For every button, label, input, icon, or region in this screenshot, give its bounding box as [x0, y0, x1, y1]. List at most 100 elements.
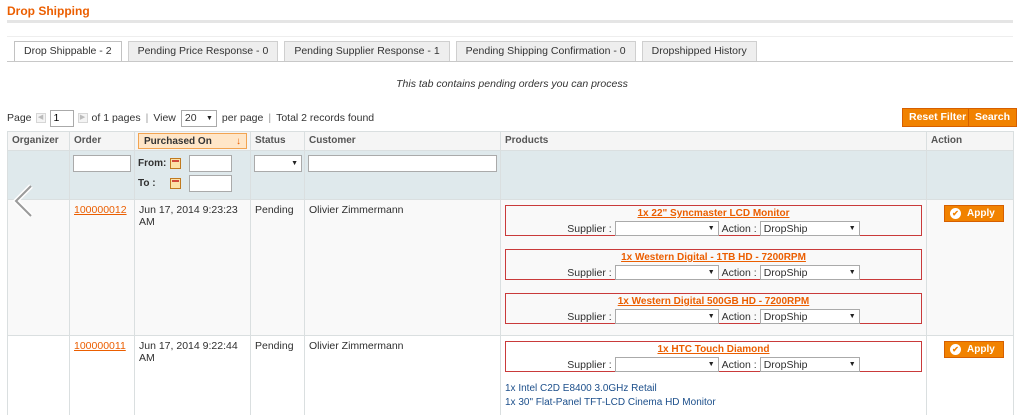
grid-header: Organizer Order Purchased On ↓ Status Cu…	[7, 131, 1014, 151]
action-label: Action :	[721, 358, 757, 371]
column-order[interactable]: Order	[69, 131, 135, 151]
per-page-label: per page	[221, 112, 264, 124]
supplier-select[interactable]: ▼	[614, 309, 719, 324]
column-organizer: Organizer	[7, 131, 70, 151]
chevron-down-icon: ▼	[205, 114, 213, 122]
filter-order-cell	[69, 150, 135, 200]
customer-filter-input[interactable]	[308, 155, 497, 172]
action-select[interactable]: DropShip ▼	[759, 221, 860, 236]
chevron-down-icon: ▼	[848, 269, 856, 276]
total-records: Total 2 records found	[276, 112, 375, 124]
apply-label: Apply	[967, 344, 995, 355]
column-customer[interactable]: Customer	[304, 131, 501, 151]
order-cell: 100000012	[69, 199, 135, 336]
date-cell: Jun 17, 2014 9:22:44 AM	[134, 335, 251, 415]
chevron-down-icon: ▼	[707, 225, 715, 232]
check-circle-icon: ✔	[950, 208, 961, 219]
status-filter-select[interactable]: ▼	[254, 155, 302, 172]
product-link[interactable]: 1x HTC Touch Diamond	[506, 344, 921, 356]
order-cell: 100000011	[69, 335, 135, 415]
reset-filter-button[interactable]: Reset Filter	[902, 108, 974, 127]
chevron-down-icon: ▼	[848, 225, 856, 232]
product-link[interactable]: 1x 22" Syncmaster LCD Monitor	[506, 208, 921, 220]
column-purchased-on[interactable]: Purchased On ↓	[134, 131, 251, 151]
column-action: Action	[926, 131, 1014, 151]
chevron-down-icon: ▼	[848, 313, 856, 320]
check-circle-icon: ✔	[950, 344, 961, 355]
product-link[interactable]: 1x Western Digital - 1TB HD - 7200RPM	[506, 252, 921, 264]
supplier-label: Supplier :	[567, 266, 612, 279]
customer-cell: Olivier Zimmermann	[304, 335, 501, 415]
filter-row: From: To : ▼	[7, 150, 1014, 200]
date-to-input[interactable]	[189, 175, 232, 192]
status-cell: Pending	[250, 199, 305, 336]
tab-dropshipped-history[interactable]: Dropshipped History	[641, 41, 757, 61]
pager-separator: |	[268, 112, 272, 124]
apply-button[interactable]: ✔ Apply	[944, 205, 1004, 222]
apply-button[interactable]: ✔ Apply	[944, 341, 1004, 358]
supplier-select[interactable]: ▼	[614, 221, 719, 236]
tab-pending-shipping-confirmation[interactable]: Pending Shipping Confirmation - 0	[455, 41, 636, 61]
orders-grid: Organizer Order Purchased On ↓ Status Cu…	[7, 131, 1014, 415]
chevron-down-icon: ▼	[707, 313, 715, 320]
order-link[interactable]: 100000011	[74, 340, 126, 352]
calendar-icon[interactable]	[170, 158, 181, 169]
order-filter-input[interactable]	[73, 155, 131, 172]
column-status[interactable]: Status	[250, 131, 305, 151]
order-link[interactable]: 100000012	[74, 204, 127, 216]
date-from-input[interactable]	[189, 155, 232, 172]
action-value: DropShip	[763, 222, 808, 235]
tabs-divider	[7, 61, 1013, 62]
search-button[interactable]: Search	[968, 108, 1018, 127]
calendar-icon[interactable]	[170, 178, 181, 189]
filter-products-cell	[500, 150, 927, 200]
chevron-left-icon[interactable]	[11, 184, 37, 218]
page-label: Page	[7, 112, 32, 124]
organizer-cell	[7, 199, 70, 336]
title-divider	[7, 20, 1013, 23]
date-cell: Jun 17, 2014 9:23:23 AM	[134, 199, 251, 336]
action-cell: ✔ Apply	[926, 335, 1014, 415]
filter-action-cell	[926, 150, 1014, 200]
tab-drop-shippable[interactable]: Drop Shippable - 2	[14, 41, 122, 62]
action-value: DropShip	[763, 358, 808, 371]
from-label: From:	[138, 158, 167, 169]
product-item-text: 1x 30" Flat-Panel TFT-LCD Cinema HD Moni…	[505, 397, 716, 408]
page-count: of 1 pages	[91, 112, 141, 124]
tab-pending-price-response[interactable]: Pending Price Response - 0	[127, 41, 279, 61]
product-link[interactable]: 1x Western Digital 500GB HD - 7200RPM	[506, 296, 921, 308]
filter-date-cell: From: To :	[134, 150, 251, 200]
product-item-text: 1x Intel C2D E8400 3.0GHz Retail	[505, 383, 657, 394]
action-label: Action :	[721, 310, 757, 323]
per-page-select[interactable]: 20 ▼	[180, 109, 217, 127]
tab-pending-supplier-response[interactable]: Pending Supplier Response - 1	[284, 41, 450, 61]
page-number-input[interactable]	[49, 109, 74, 127]
next-page-icon[interactable]: ▶	[77, 113, 88, 123]
action-select[interactable]: DropShip ▼	[759, 357, 860, 372]
column-purchased-on-label: Purchased On	[144, 135, 212, 147]
products-cell: 1x 22" Syncmaster LCD Monitor Supplier :…	[500, 199, 927, 336]
organizer-cell	[7, 335, 70, 415]
status-cell: Pending	[250, 335, 305, 415]
action-label: Action :	[721, 222, 757, 235]
pager: Page ◀ ▶ of 1 pages | View 20 ▼ per page…	[7, 109, 374, 127]
supplier-label: Supplier :	[567, 222, 612, 235]
apply-label: Apply	[967, 208, 995, 219]
supplier-select[interactable]: ▼	[614, 357, 719, 372]
action-cell: ✔ Apply	[926, 199, 1014, 336]
to-label: To :	[138, 178, 156, 189]
product-box: 1x Western Digital 500GB HD - 7200RPM Su…	[505, 293, 922, 324]
tab-bar: Drop Shippable - 2 Pending Price Respons…	[14, 41, 763, 62]
table-row: 100000012 Jun 17, 2014 9:23:23 AM Pendin…	[7, 199, 1014, 336]
table-row: 100000011 Jun 17, 2014 9:22:44 AM Pendin…	[7, 335, 1014, 415]
chevron-down-icon: ▼	[291, 160, 298, 167]
arrow-down-icon: ↓	[236, 135, 241, 147]
supplier-select[interactable]: ▼	[614, 265, 719, 280]
action-label: Action :	[721, 266, 757, 279]
action-select[interactable]: DropShip ▼	[759, 265, 860, 280]
action-select[interactable]: DropShip ▼	[759, 309, 860, 324]
view-label: View	[153, 112, 176, 124]
action-value: DropShip	[763, 266, 808, 279]
prev-page-icon[interactable]: ◀	[35, 113, 46, 123]
page-title: Drop Shipping	[7, 4, 90, 18]
